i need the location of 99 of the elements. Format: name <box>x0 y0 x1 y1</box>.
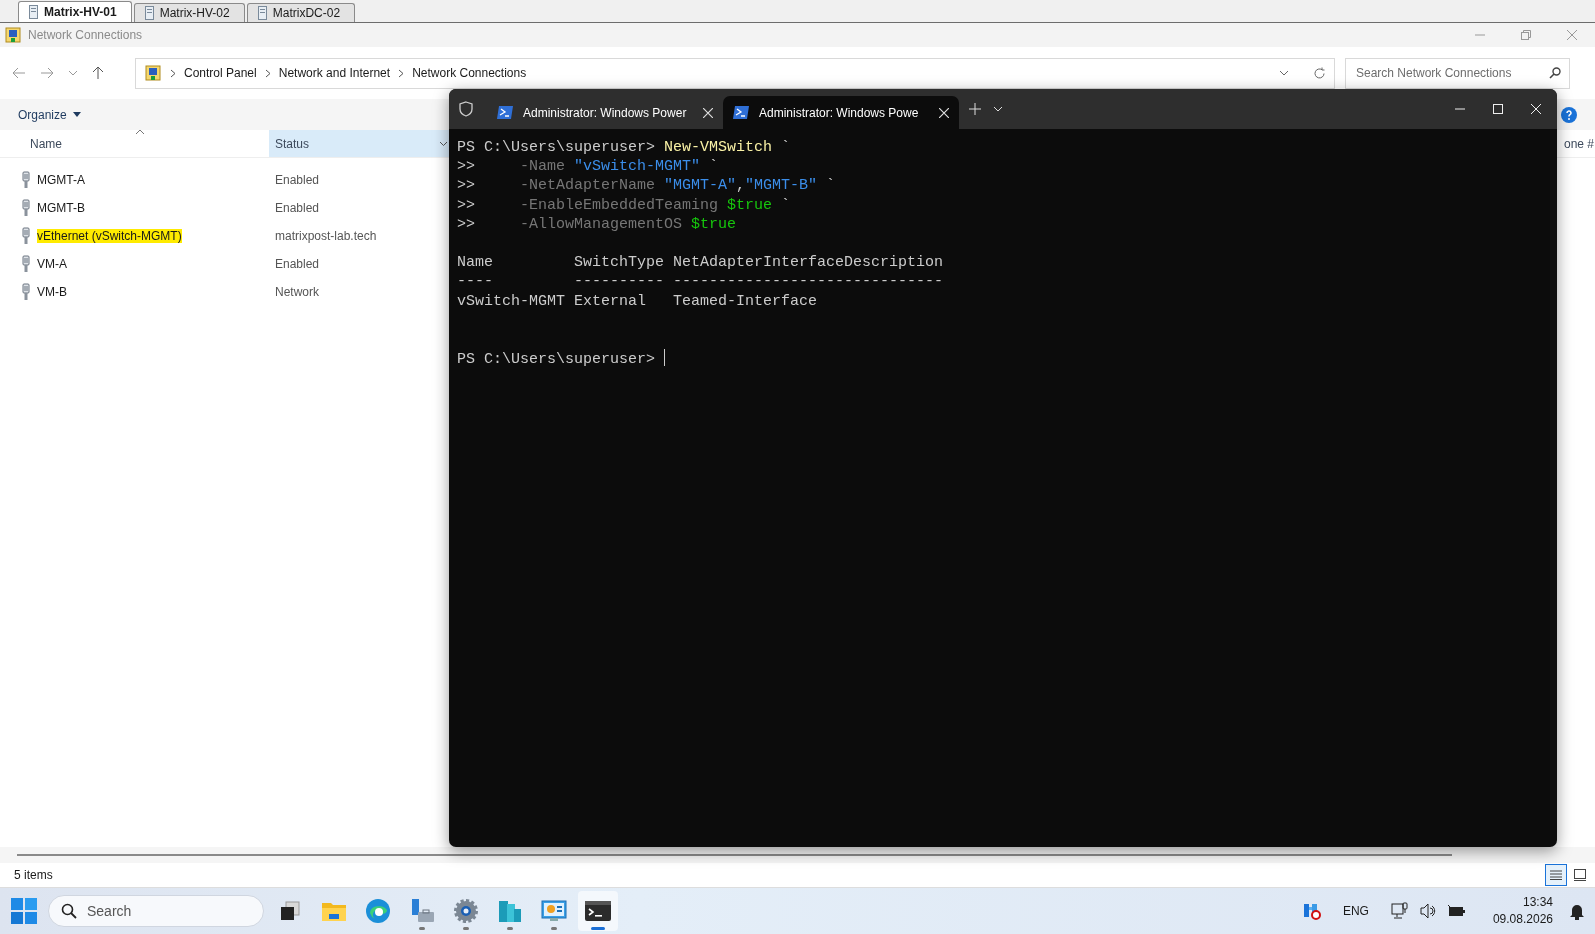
terminal-tab[interactable]: Administrator: Windows Powe <box>723 96 959 129</box>
language-indicator[interactable]: ENG <box>1342 904 1369 918</box>
connection-status: matrixpost-lab.tech <box>274 229 377 243</box>
connection-name[interactable]: VM-A <box>37 257 67 271</box>
details-view-icon <box>1550 870 1562 880</box>
search-placeholder: Search <box>87 903 132 919</box>
command-line: >> -NetAdapterName "MGMT-A","MGMT-B" ` <box>457 176 836 196</box>
browser-icon[interactable] <box>365 898 391 924</box>
taskbar-search[interactable]: Search <box>48 895 264 927</box>
battery-icon[interactable] <box>1446 903 1467 919</box>
search-icon <box>61 903 77 919</box>
help-icon[interactable] <box>1561 106 1577 123</box>
tiles-view-icon <box>1574 869 1586 881</box>
connection-status: Enabled <box>274 173 320 187</box>
table-cell: vSwitch-MGMT <box>457 292 566 310</box>
clock-date[interactable]: 09.08.2026 <box>1492 911 1553 928</box>
sort-caret-icon <box>134 129 145 135</box>
header-rule: ------------------------------ <box>673 273 944 291</box>
server-icon <box>29 5 38 19</box>
connection-name[interactable]: vEthernet (vSwitch-MGMT) <box>37 229 182 243</box>
remote-session-tab[interactable]: MatrixDC-02 <box>246 3 356 22</box>
network-adapter-icon <box>21 283 31 301</box>
shield-icon[interactable] <box>459 101 473 117</box>
connection-status: Enabled <box>274 257 320 271</box>
network-adapter-icon <box>21 171 31 189</box>
start-icon[interactable] <box>10 897 38 925</box>
notification-bell-icon[interactable] <box>1569 902 1585 920</box>
back-arrow-icon[interactable] <box>12 67 26 79</box>
network-connections-icon <box>4 26 22 44</box>
breadcrumb-item[interactable]: Network and Internet <box>278 66 391 80</box>
running-indicator <box>507 927 513 930</box>
column-header[interactable]: one # <box>1563 130 1595 157</box>
scrollbar[interactable] <box>17 854 1452 856</box>
network-connections-icon <box>144 64 162 82</box>
refresh-icon[interactable] <box>1313 66 1326 80</box>
clock-time[interactable]: 13:34 <box>1522 894 1553 911</box>
running-indicator <box>463 927 469 930</box>
chevron-right-icon <box>398 68 405 78</box>
running-indicator <box>419 927 425 930</box>
caret-icon <box>72 112 81 117</box>
search-field[interactable]: Search Network Connections <box>1345 57 1570 89</box>
connection-name[interactable]: MGMT-B <box>37 201 85 215</box>
connection-status: Network <box>274 285 319 299</box>
details-view-button[interactable] <box>1545 864 1567 886</box>
up-arrow-icon[interactable] <box>92 66 104 80</box>
column-header: Name <box>457 254 493 272</box>
remote-session-tab[interactable]: Matrix-HV-02 <box>133 3 245 22</box>
breadcrumb-item[interactable]: Control Panel <box>184 66 257 80</box>
header-rule: ---------- <box>574 273 665 291</box>
network-adapter-icon <box>21 255 31 273</box>
header-rule: ---- <box>457 273 493 291</box>
powershell-icon <box>497 106 513 119</box>
terminal-tab[interactable]: Administrator: Windows Power <box>487 96 723 129</box>
settings-icon[interactable] <box>453 898 479 924</box>
command-line: >> -Name "vSwitch-MGMT" ` <box>457 157 719 177</box>
command-line: >> -EnableEmbeddedTeaming $true ` <box>457 195 791 215</box>
column-header: NetAdapterInterfaceDescription <box>673 254 944 272</box>
text-cursor <box>664 349 666 367</box>
terminal-icon[interactable] <box>584 899 612 923</box>
window-title: Network Connections <box>28 28 143 42</box>
chevron-right-icon <box>170 68 176 78</box>
item-count: 5 items <box>14 868 53 882</box>
organize-menu[interactable]: Organize <box>18 107 81 122</box>
control-panel-icon[interactable] <box>541 899 567 923</box>
network-server-icon[interactable] <box>1302 902 1321 920</box>
command-line: PS C:\Users\superuser> New-VMSwitch ` <box>457 138 791 158</box>
new-tab-icon[interactable] <box>969 103 981 115</box>
chevron-down-icon[interactable] <box>439 140 448 147</box>
breadcrumb-item[interactable]: Network Connections <box>412 66 527 80</box>
maximize-icon[interactable] <box>1493 104 1503 114</box>
server-toolbox-icon[interactable] <box>409 898 435 924</box>
server-icon <box>257 6 267 20</box>
powershell-icon <box>733 106 749 119</box>
running-indicator <box>591 927 605 930</box>
volume-icon[interactable] <box>1418 902 1437 920</box>
task-view-icon[interactable] <box>278 899 302 923</box>
command-line: >> -AllowManagementOS $true <box>457 214 737 234</box>
server-icon <box>144 6 154 20</box>
restore-icon[interactable] <box>1521 30 1531 40</box>
network-adapter-icon <box>21 227 31 245</box>
running-indicator <box>551 927 557 930</box>
column-header[interactable]: Name <box>0 130 269 157</box>
table-cell: Teamed-Interface <box>673 292 818 310</box>
connection-name[interactable]: MGMT-A <box>37 173 85 187</box>
network-adapter-icon <box>21 199 31 217</box>
prompt: PS C:\Users\superuser> <box>457 351 656 369</box>
search-icon[interactable] <box>1549 67 1561 79</box>
column-header: SwitchType <box>574 254 665 272</box>
connection-name[interactable]: VM-B <box>37 285 67 299</box>
servers-icon[interactable] <box>497 898 523 924</box>
table-cell: External <box>574 292 647 310</box>
address-bar[interactable]: Control Panel Network and Internet Network Connections <box>135 57 1335 89</box>
column-header[interactable]: Status <box>269 130 452 157</box>
remote-session-tab[interactable]: Matrix-HV-01 <box>18 1 132 22</box>
forward-arrow-icon[interactable] <box>40 67 54 79</box>
connection-status: Enabled <box>274 201 320 215</box>
chevron-right-icon <box>264 68 271 78</box>
network-icon[interactable] <box>1390 902 1409 920</box>
chevron-down-icon[interactable] <box>1279 70 1289 76</box>
